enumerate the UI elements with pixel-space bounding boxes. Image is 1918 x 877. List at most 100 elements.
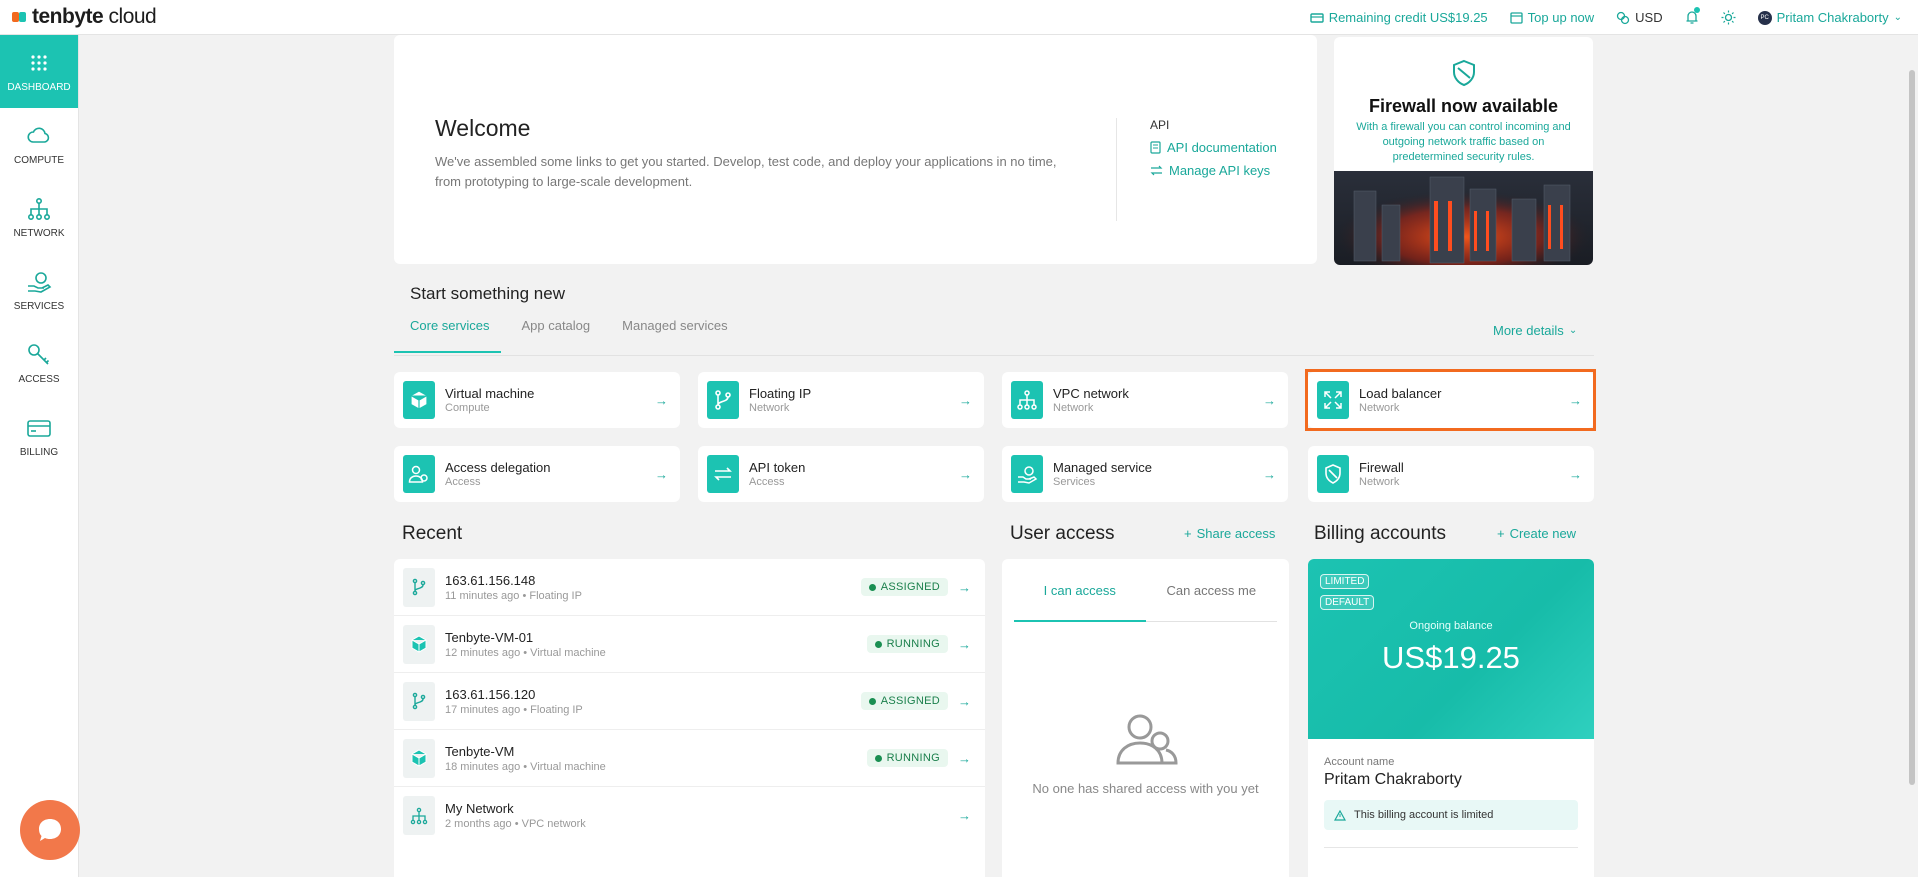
network-icon bbox=[403, 796, 435, 835]
item-meta: 18 minutes ago • Virtual machine bbox=[445, 760, 606, 773]
balance-label: Ongoing balance bbox=[1409, 620, 1493, 632]
tile-category: Network bbox=[749, 402, 790, 414]
list-item[interactable]: My Network 2 months ago • VPC network → bbox=[394, 787, 985, 844]
chat-button[interactable] bbox=[20, 800, 80, 860]
item-meta: 2 months ago • VPC network bbox=[445, 818, 586, 830]
item-name: Tenbyte-VM bbox=[445, 743, 515, 759]
cube-icon bbox=[403, 738, 435, 778]
tile-managed-service[interactable]: Managed service Services → bbox=[1002, 446, 1288, 502]
status-badge: RUNNING bbox=[866, 749, 948, 767]
tile-firewall[interactable]: Firewall Network → bbox=[1308, 446, 1594, 502]
list-item[interactable]: 163.61.156.120 17 minutes ago • Floating … bbox=[394, 673, 985, 730]
item-meta: 17 minutes ago • Floating IP bbox=[445, 703, 583, 716]
cube-icon bbox=[403, 624, 435, 664]
tile-virtual-machine[interactable]: Virtual machine Compute → bbox=[394, 372, 680, 428]
recent-title: Recent bbox=[402, 523, 463, 544]
balance-value: US$19.25 bbox=[1382, 640, 1520, 675]
account-name-label: Account name bbox=[1324, 756, 1395, 768]
tab-i-can-access[interactable]: I can access bbox=[1014, 559, 1146, 622]
arrow-right-icon: → bbox=[655, 392, 668, 408]
more-details-button[interactable]: More details ⌄ bbox=[1493, 323, 1577, 338]
tab-core-services[interactable]: Core services bbox=[410, 318, 489, 333]
network-icon bbox=[27, 197, 50, 220]
arrow-right-icon: → bbox=[958, 579, 971, 595]
tile-floating-ip[interactable]: Floating IP Network → bbox=[698, 372, 984, 428]
arrow-right-icon: → bbox=[959, 392, 972, 408]
tile-category: Compute bbox=[445, 402, 490, 414]
tile-name: Access delegation bbox=[445, 460, 551, 475]
top-up-link[interactable]: Top up now bbox=[1510, 10, 1594, 25]
scrollbar[interactable] bbox=[1909, 70, 1915, 785]
status-badge: ASSIGNED bbox=[860, 692, 948, 710]
notification-dot bbox=[1693, 7, 1700, 13]
top-bar: tenbyte cloud Remaining credit US$19.25 … bbox=[0, 0, 1918, 35]
tile-category: Access bbox=[445, 476, 481, 488]
default-badge: DEFAULT bbox=[1320, 595, 1375, 610]
document-icon bbox=[1150, 141, 1161, 154]
remaining-credit[interactable]: Remaining credit US$19.25 bbox=[1309, 10, 1488, 25]
start-title: Start something new bbox=[410, 284, 565, 303]
shield-icon bbox=[1452, 59, 1475, 87]
tab-app-catalog[interactable]: App catalog bbox=[521, 318, 590, 333]
list-item[interactable]: 163.61.156.148 11 minutes ago • Floating … bbox=[394, 559, 985, 616]
warning-icon bbox=[1334, 809, 1346, 821]
brand-logo[interactable]: tenbyte cloud bbox=[12, 5, 157, 29]
welcome-title: Welcome bbox=[435, 115, 531, 141]
manage-api-keys-link[interactable]: Manage API keys bbox=[1150, 163, 1277, 178]
sidebar-item-billing[interactable]: Billing bbox=[0, 400, 78, 473]
tile-name: Firewall bbox=[1359, 460, 1404, 475]
arrow-right-icon: → bbox=[958, 693, 971, 709]
create-billing-account-button[interactable]: + Create new bbox=[1497, 526, 1576, 541]
empty-message: No one has shared access with you yet bbox=[1032, 781, 1259, 796]
notifications-button[interactable] bbox=[1685, 7, 1700, 25]
promo-text: With a firewall you can control incoming… bbox=[1356, 121, 1571, 163]
billing-account-card[interactable]: LIMITED DEFAULT Ongoing balance US$19.25… bbox=[1308, 559, 1594, 877]
tab-managed-services[interactable]: Managed services bbox=[622, 318, 728, 333]
tile-access-delegation[interactable]: Access delegation Access → bbox=[394, 446, 680, 502]
chat-bubble-icon bbox=[39, 819, 61, 841]
share-access-button[interactable]: + Share access bbox=[1184, 526, 1275, 541]
plus-icon: + bbox=[1497, 526, 1505, 541]
user-access-tabs: I can access Can access me bbox=[1014, 559, 1277, 622]
firewall-promo[interactable]: Firewall now available With a firewall y… bbox=[1334, 37, 1593, 265]
tab-can-access-me[interactable]: Can access me bbox=[1146, 559, 1278, 622]
arrow-right-icon: → bbox=[959, 466, 972, 482]
user-menu[interactable]: PC Pritam Chakraborty ⌄ bbox=[1757, 10, 1902, 25]
item-name: Tenbyte-VM-01 bbox=[445, 629, 534, 645]
list-item[interactable]: Tenbyte-VM 18 minutes ago • Virtual machi… bbox=[394, 730, 985, 787]
sidebar-item-compute[interactable]: Compute bbox=[0, 108, 78, 181]
theme-toggle[interactable] bbox=[1721, 10, 1736, 25]
arrow-right-icon: → bbox=[1263, 466, 1276, 482]
logo-icon bbox=[12, 10, 28, 24]
api-links: API API documentation Manage API keys bbox=[1150, 118, 1277, 186]
sidebar: Dashboard Compute Network Services Acces… bbox=[0, 35, 79, 877]
start-tabs: Core services App catalog Managed servic… bbox=[410, 318, 728, 333]
users-icon bbox=[403, 455, 435, 493]
sidebar-item-access[interactable]: Access bbox=[0, 327, 78, 400]
tile-api-token[interactable]: API token Access → bbox=[698, 446, 984, 502]
welcome-card: Welcome We've assembled some links to ge… bbox=[394, 35, 1317, 264]
list-item[interactable]: Tenbyte-VM-01 12 minutes ago • Virtual ma… bbox=[394, 616, 985, 673]
key-icon bbox=[28, 344, 50, 365]
tile-category: Access bbox=[749, 476, 785, 488]
sidebar-item-services[interactable]: Services bbox=[0, 254, 78, 327]
tile-vpc-network[interactable]: VPC network Network → bbox=[1002, 372, 1288, 428]
tabs-divider bbox=[394, 355, 1594, 356]
tile-name: VPC network bbox=[1053, 386, 1129, 401]
currency-selector[interactable]: USD bbox=[1616, 10, 1663, 25]
server-illustration bbox=[1334, 171, 1593, 265]
item-name: My Network bbox=[445, 801, 514, 816]
billing-accounts-title: Billing accounts bbox=[1314, 523, 1447, 544]
limited-warning: This billing account is limited bbox=[1324, 800, 1578, 830]
highlight-box bbox=[1305, 369, 1596, 431]
tile-name: Floating IP bbox=[749, 386, 812, 401]
api-title: API bbox=[1150, 118, 1170, 132]
tile-category: Network bbox=[1053, 402, 1094, 414]
sidebar-item-network[interactable]: Network bbox=[0, 181, 78, 254]
user-access-title: User access bbox=[1010, 523, 1115, 544]
tile-category: Network bbox=[1359, 476, 1400, 488]
limited-badge: LIMITED bbox=[1320, 574, 1370, 589]
sidebar-item-dashboard[interactable]: Dashboard bbox=[0, 35, 78, 108]
api-documentation-link[interactable]: API documentation bbox=[1150, 140, 1277, 155]
welcome-text: We've assembled some links to get you st… bbox=[435, 154, 1057, 189]
